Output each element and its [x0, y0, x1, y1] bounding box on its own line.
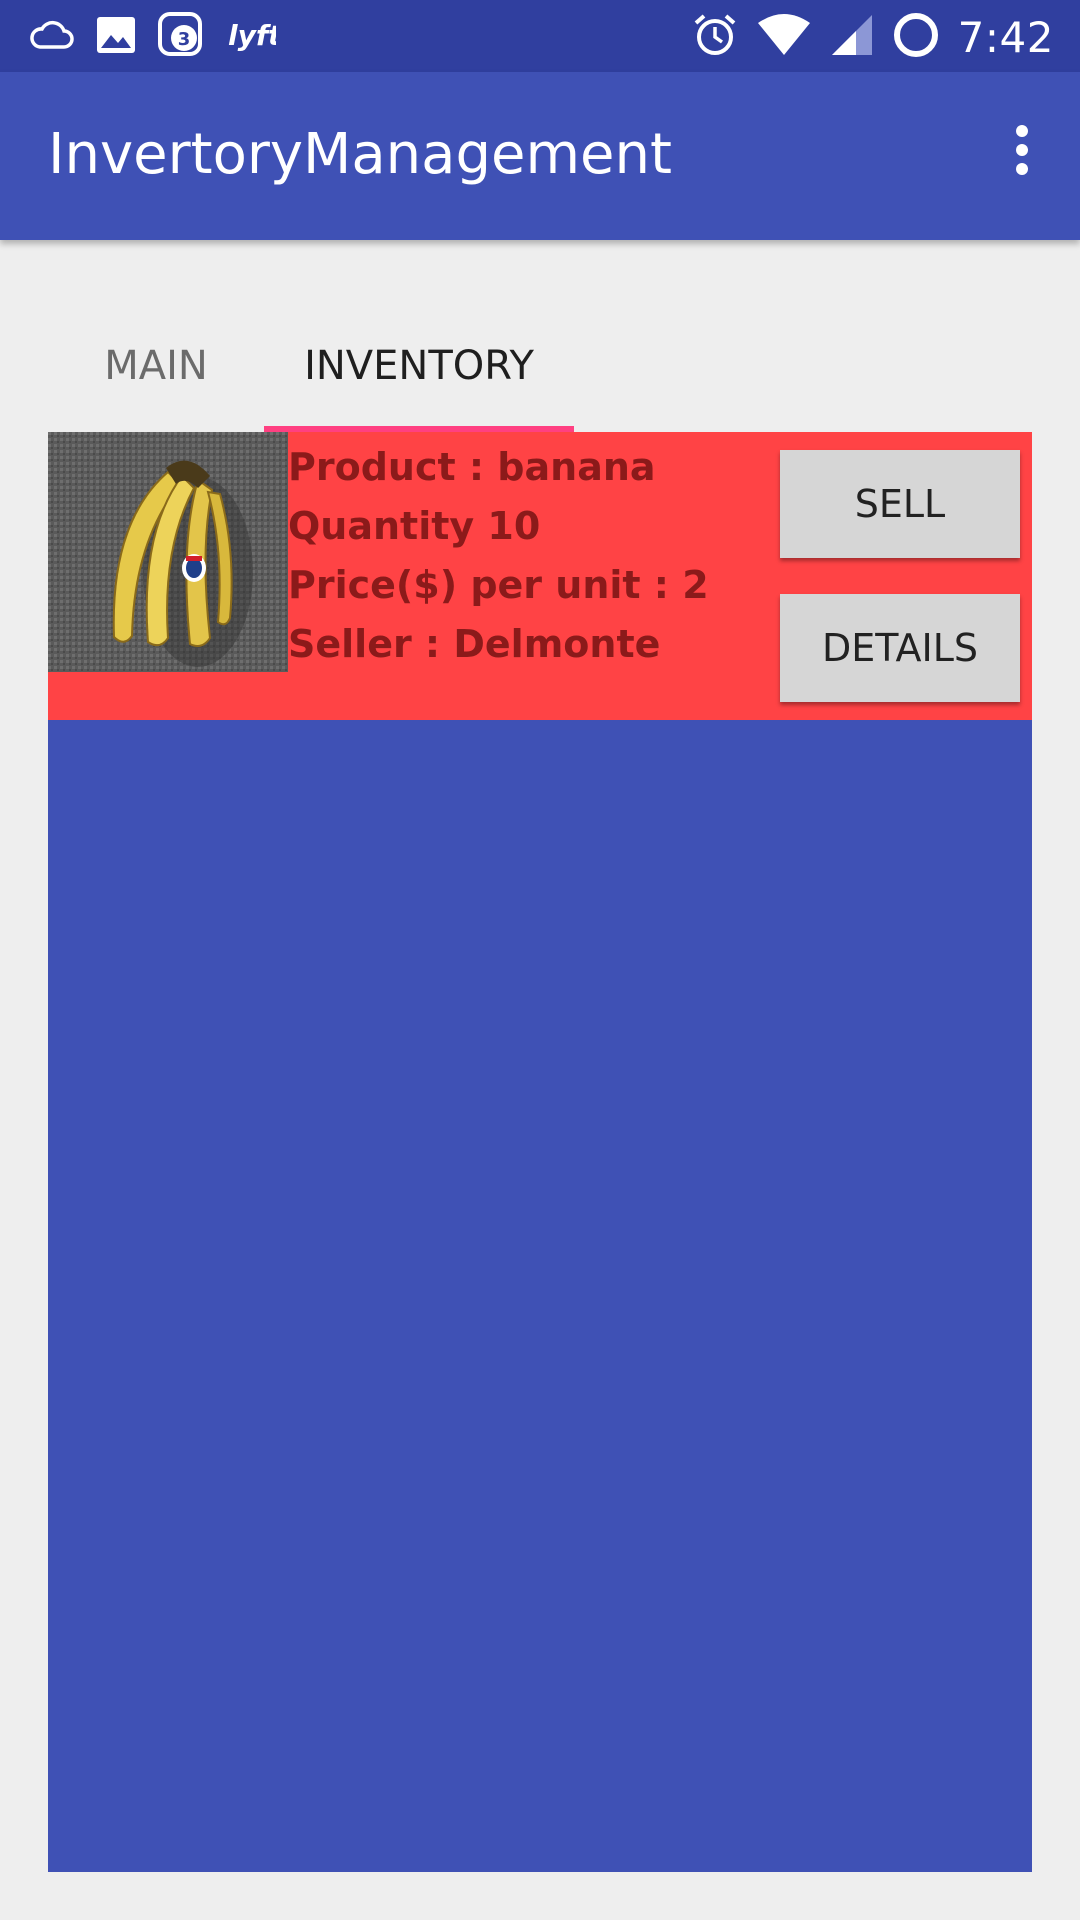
notification-badge-count: 3	[178, 29, 191, 50]
list-item[interactable]: Product : banana Quantity 10 Price($) pe…	[48, 432, 1032, 720]
inventory-list[interactable]: Product : banana Quantity 10 Price($) pe…	[48, 432, 1032, 1872]
tab-bar: MAIN INVENTORY	[48, 300, 1032, 432]
app-title: InvertoryManagement	[48, 122, 672, 187]
product-info: Product : banana Quantity 10 Price($) pe…	[288, 438, 768, 674]
status-bar: 3 lyft	[0, 0, 1080, 72]
more-vert-icon	[1012, 124, 1032, 180]
tab-main[interactable]: MAIN	[48, 300, 264, 432]
notification-icons: 3 lyft	[28, 12, 283, 62]
ring-icon	[892, 11, 940, 63]
product-seller: Seller : Delmonte	[288, 622, 661, 666]
app-bar: InvertoryManagement	[0, 72, 1080, 240]
lyft-icon: lyft	[226, 15, 283, 59]
tab-inventory[interactable]: INVENTORY	[264, 300, 574, 432]
product-name: Product : banana	[288, 445, 656, 489]
sell-button[interactable]: SELL	[780, 450, 1020, 558]
image-icon	[96, 16, 136, 58]
product-price: Price($) per unit : 2	[288, 563, 709, 607]
cloud-icon	[28, 20, 74, 54]
wifi-icon	[756, 13, 812, 61]
details-button[interactable]: DETAILS	[780, 594, 1020, 702]
clock: 7:42	[957, 12, 1054, 62]
alarm-icon	[692, 12, 738, 62]
system-icons: 7:42	[692, 10, 1054, 64]
product-quantity: Quantity 10	[288, 504, 541, 548]
cell-signal-icon	[830, 13, 874, 61]
banana-image	[48, 432, 288, 672]
lyft-icon-text: lyft	[228, 19, 276, 52]
overflow-menu-button[interactable]	[986, 116, 1058, 188]
badge-app-icon: 3	[158, 12, 204, 62]
